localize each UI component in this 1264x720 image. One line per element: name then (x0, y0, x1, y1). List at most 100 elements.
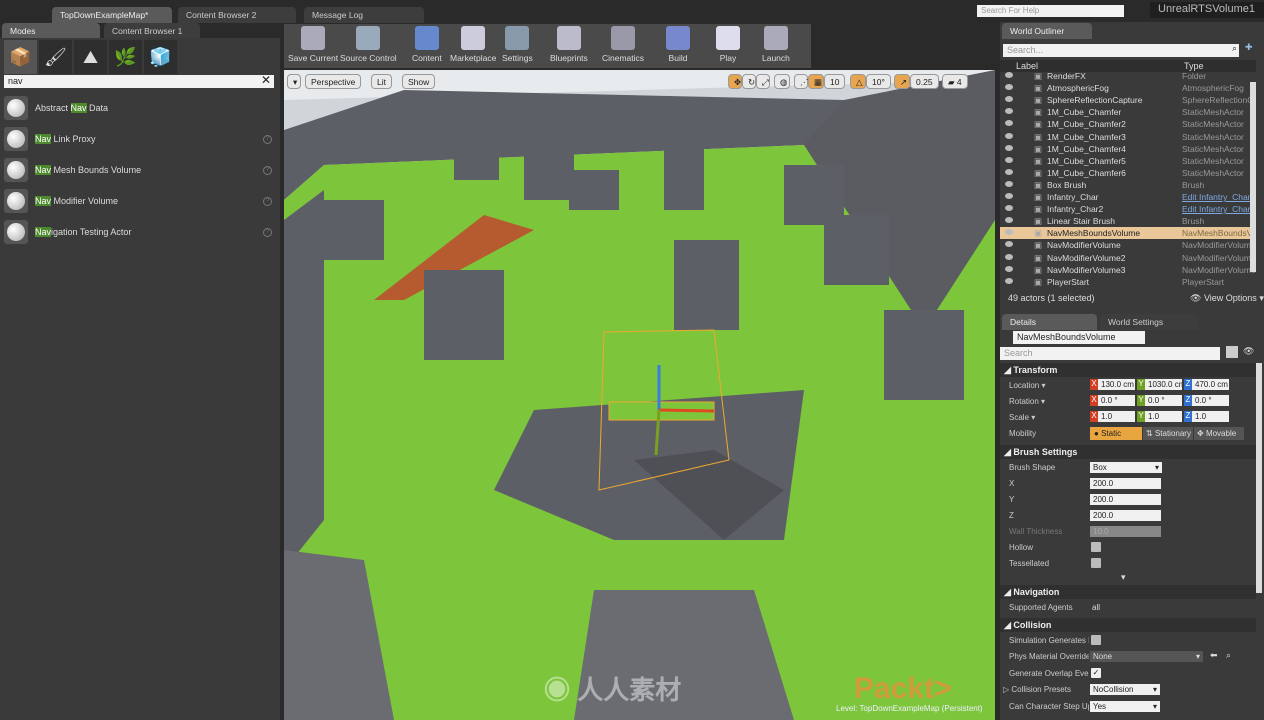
collision-section[interactable]: ◢ Collision (1000, 618, 1256, 632)
location-y-field[interactable]: 1030.0 cm (1145, 379, 1182, 390)
outliner-row[interactable]: ▣ Linear Stair Brush Brush (1000, 215, 1250, 227)
visibility-eye-icon[interactable] (1005, 84, 1013, 91)
mobility-static[interactable]: ● Static (1090, 427, 1142, 440)
outliner-row[interactable]: ▣ 1M_Cube_Chamfer4 StaticMeshActor (1000, 143, 1250, 155)
visibility-eye-icon[interactable] (1005, 132, 1013, 139)
details-search-input[interactable]: Search (1000, 347, 1220, 360)
outliner-scrollbar[interactable] (1250, 82, 1256, 272)
outliner-row[interactable]: ▣ 1M_Cube_Chamfer6 StaticMeshActor (1000, 167, 1250, 179)
visibility-eye-icon[interactable] (1005, 241, 1013, 248)
mobility-movable[interactable]: ✥ Movable (1194, 427, 1244, 440)
place-mode-icon[interactable]: 📦 (4, 40, 37, 74)
place-item[interactable]: Nav Link Proxy? (4, 125, 276, 153)
toolbar-play-button[interactable]: Play (716, 26, 740, 66)
visibility-eye-icon[interactable] (1005, 108, 1013, 115)
perspective-button[interactable]: Perspective (305, 74, 362, 89)
clear-search-icon[interactable]: ✕ (261, 73, 271, 87)
visibility-eye-icon[interactable] (1005, 180, 1013, 187)
rotation-label[interactable]: Rotation ▾ (1009, 397, 1045, 406)
scale-z-field[interactable]: 1.0 (1192, 411, 1229, 422)
toolbar-blueprints-button[interactable]: Blueprints (550, 26, 588, 66)
scale-snap-value[interactable]: 0.25 (910, 74, 939, 89)
brush-x-field[interactable]: 200.0 (1090, 478, 1161, 489)
outliner-row[interactable]: ▣ NavModifierVolume2 NavModifierVolume (1000, 252, 1256, 264)
outliner-row[interactable]: ▣ 1M_Cube_Chamfer2 StaticMeshActor (1000, 118, 1250, 130)
foliage-mode-icon[interactable]: 🌿 (109, 40, 142, 74)
grid-snap-value[interactable]: 10 (824, 74, 846, 89)
supported-agents-value[interactable]: all (1092, 603, 1100, 612)
grid-snap-icon[interactable]: ▦ (808, 74, 824, 89)
visibility-eye-icon[interactable]: 👁 (1243, 346, 1254, 357)
camera-speed-button[interactable]: ▰ 4 (942, 74, 968, 89)
tab-content-browser-1[interactable]: Content Browser 1 (104, 23, 200, 38)
phys-material-dropdown[interactable]: None ▾ (1090, 651, 1203, 662)
paint-mode-icon[interactable]: 🖌 (39, 40, 72, 74)
help-icon[interactable]: ? (263, 134, 272, 144)
toolbar-launch-button[interactable]: Launch (762, 26, 790, 66)
outliner-row[interactable]: ▣ Infantry_Char Edit Infantry_Char (1000, 191, 1251, 203)
place-item[interactable]: Nav Mesh Bounds Volume? (4, 156, 276, 184)
mobility-stationary[interactable]: ⇅ Stationary (1143, 427, 1193, 440)
visibility-eye-icon[interactable] (1005, 205, 1013, 212)
outliner-row[interactable]: ▣ SphereReflectionCapture SphereReflection… (1000, 94, 1256, 106)
visibility-eye-icon[interactable] (1005, 72, 1013, 78)
outliner-row[interactable]: ▣ NavModifierVolume3 NavModifierVolume (1000, 264, 1256, 276)
toolbar-content-button[interactable]: Content (412, 26, 442, 66)
translate-tool-icon[interactable]: ✥ (728, 74, 742, 89)
geometry-mode-icon[interactable]: 🧊 (144, 40, 177, 74)
level-viewport[interactable]: ▾ Perspective Lit Show ✥ ↻ ⤢ ◍ ⋰ ▦ 10 △ … (284, 70, 995, 720)
place-item[interactable]: Abstract Nav Data (4, 94, 276, 122)
toolbar-settings-button[interactable]: Settings (502, 26, 533, 66)
toolbar-marketplace-button[interactable]: Marketplace (450, 26, 496, 66)
visibility-eye-icon[interactable] (1005, 96, 1013, 103)
tab-modes[interactable]: Modes (2, 23, 100, 38)
tab-content-browser-2[interactable]: Content Browser 2 (178, 7, 296, 23)
help-icon[interactable]: ? (263, 227, 272, 237)
collision-presets-label[interactable]: ▷ Collision Presets (1003, 685, 1071, 694)
tab-details[interactable]: Details (1002, 314, 1097, 330)
toolbar-save-current-button[interactable]: Save Current (288, 26, 338, 66)
show-button[interactable]: Show (402, 74, 436, 89)
view-options-button[interactable]: 👁 View Options ▾ (1190, 293, 1264, 304)
world-space-icon[interactable]: ◍ (774, 74, 790, 89)
modes-search-input[interactable]: nav (4, 75, 274, 88)
sim-hit-checkbox[interactable] (1091, 635, 1101, 645)
property-matrix-icon[interactable] (1226, 346, 1238, 358)
outliner-row[interactable]: ▣ NavModifierVolume NavModifierVolume (1000, 239, 1256, 251)
visibility-eye-icon[interactable] (1005, 265, 1013, 272)
tab-world-outliner[interactable]: World Outliner (1002, 23, 1092, 39)
browse-search-icon[interactable]: ⌕ (1226, 650, 1231, 661)
scale-x-field[interactable]: 1.0 (1098, 411, 1135, 422)
outliner-row[interactable]: ▣ PlayerStart PlayerStart (1000, 276, 1250, 288)
expand-advanced-icon[interactable]: ▾ (1121, 572, 1126, 583)
brush-settings-section[interactable]: ◢ Brush Settings (1000, 445, 1256, 459)
tessellated-checkbox[interactable] (1091, 558, 1101, 568)
visibility-eye-icon[interactable] (1005, 217, 1013, 224)
location-z-field[interactable]: 470.0 cm (1192, 379, 1229, 390)
location-label[interactable]: Location ▾ (1009, 381, 1046, 390)
visibility-eye-icon[interactable] (1005, 168, 1013, 175)
visibility-eye-icon[interactable] (1005, 193, 1013, 199)
outliner-row[interactable]: ▣ 1M_Cube_Chamfer5 StaticMeshActor (1000, 155, 1250, 167)
help-icon[interactable]: ? (263, 196, 272, 206)
toolbar-build-button[interactable]: Build (666, 26, 690, 66)
brush-y-field[interactable]: 200.0 (1090, 494, 1161, 505)
transform-section[interactable]: ◢ Transform (1000, 363, 1256, 377)
scale-label[interactable]: Scale ▾ (1009, 413, 1035, 422)
rotation-z-field[interactable]: 0.0 ° (1192, 395, 1229, 406)
lit-button[interactable]: Lit (371, 74, 392, 89)
outliner-row[interactable]: ▣ Box Brush Brush (1000, 179, 1250, 191)
place-item[interactable]: Nav Modifier Volume? (4, 187, 276, 215)
visibility-eye-icon[interactable] (1005, 253, 1013, 260)
landscape-mode-icon[interactable]: ⛰ (74, 40, 107, 74)
brush-shape-dropdown[interactable]: Box ▾ (1090, 462, 1162, 473)
outliner-row[interactable]: ▣ RenderFX Folder (1000, 70, 1250, 82)
outliner-row[interactable]: ▣ NavMeshBoundsVolume NavMeshBoundsVo (1000, 227, 1256, 240)
scale-snap-icon[interactable]: ↗ (894, 74, 910, 89)
visibility-eye-icon[interactable] (1005, 120, 1013, 127)
viewport-options-button[interactable]: ▾ (287, 74, 301, 89)
outliner-row[interactable]: ▣ 1M_Cube_Chamfer3 StaticMeshActor (1000, 131, 1250, 143)
rotation-x-field[interactable]: 0.0 ° (1098, 395, 1135, 406)
tab-map[interactable]: TopDownExampleMap* (52, 7, 172, 23)
visibility-eye-icon[interactable] (1005, 156, 1013, 163)
